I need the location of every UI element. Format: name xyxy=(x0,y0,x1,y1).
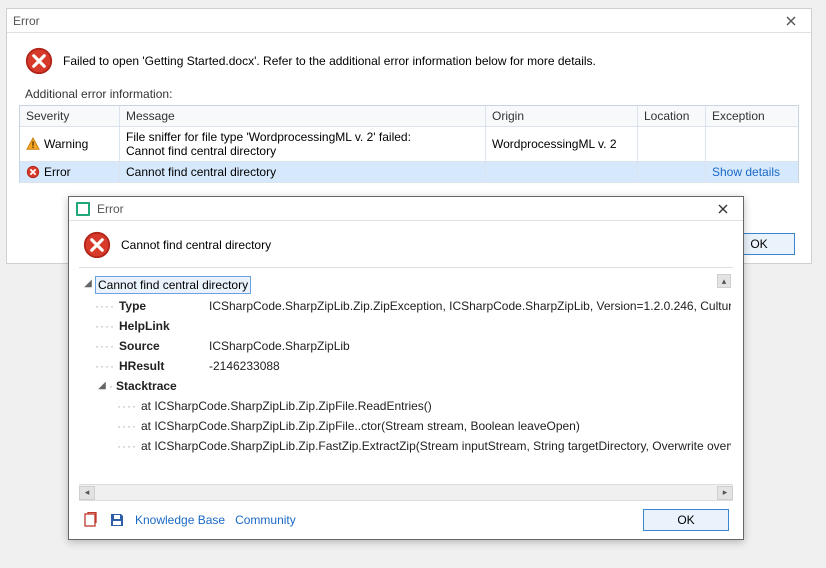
cell-origin xyxy=(486,162,638,182)
collapse-icon[interactable]: ◢ xyxy=(81,276,95,292)
cell-exception xyxy=(706,127,798,161)
cell-message: File sniffer for file type 'Wordprocessi… xyxy=(120,127,486,161)
grid-header: Severity Message Origin Location Excepti… xyxy=(20,106,798,127)
table-row[interactable]: Warning File sniffer for file type 'Word… xyxy=(20,127,798,162)
tree-root[interactable]: ◢ Cannot find central directory xyxy=(81,274,731,296)
show-details-link[interactable]: Show details xyxy=(706,162,798,182)
window-title: Error xyxy=(13,14,777,28)
root-label: Cannot find central directory xyxy=(95,276,251,294)
warning-icon xyxy=(26,137,40,151)
save-icon[interactable] xyxy=(109,512,125,528)
exception-tree: ▴ ◢ Cannot find central directory ···· T… xyxy=(79,267,733,501)
dialog-footer: Knowledge Base Community OK xyxy=(69,501,743,539)
tree-node-helplink[interactable]: ···· HelpLink xyxy=(81,316,731,336)
tree-node-type[interactable]: ···· Type ICSharpCode.SharpZipLib.Zip.Zi… xyxy=(81,296,731,316)
cell-message: Cannot find central directory xyxy=(120,162,486,182)
tree-node-source[interactable]: ···· Source ICSharpCode.SharpZipLib xyxy=(81,336,731,356)
error-icon xyxy=(83,231,111,259)
tree-node-stacktrace[interactable]: ◢ · Stacktrace xyxy=(81,376,731,396)
community-link[interactable]: Community xyxy=(235,513,296,527)
error-message-row: Failed to open 'Getting Started.docx'. R… xyxy=(7,33,811,85)
close-icon[interactable] xyxy=(709,199,737,219)
cell-origin: WordprocessingML v. 2 xyxy=(486,127,638,161)
additional-info-label: Additional error information: xyxy=(7,85,811,105)
scroll-right-icon[interactable]: ▸ xyxy=(717,486,733,500)
error-message: Cannot find central directory xyxy=(121,238,271,252)
cell-location xyxy=(638,127,706,161)
app-icon xyxy=(75,201,91,217)
error-icon xyxy=(25,47,53,75)
close-icon[interactable] xyxy=(777,11,805,31)
error-icon xyxy=(26,165,40,179)
titlebar: Error xyxy=(7,9,811,33)
cell-severity: Error xyxy=(20,162,120,182)
table-row[interactable]: Error Cannot find central directory Show… xyxy=(20,162,798,183)
collapse-icon[interactable]: ◢ xyxy=(95,378,109,394)
tree-body: ◢ Cannot find central directory ···· Typ… xyxy=(79,268,733,484)
stack-frame[interactable]: ···· at ICSharpCode.SharpZipLib.Zip.ZipF… xyxy=(81,416,731,436)
col-location[interactable]: Location xyxy=(638,106,706,126)
error-message-row: Cannot find central directory xyxy=(69,221,743,267)
ok-button[interactable]: OK xyxy=(643,509,729,531)
error-message: Failed to open 'Getting Started.docx'. R… xyxy=(63,54,596,68)
col-exception[interactable]: Exception xyxy=(706,106,798,126)
stack-frame[interactable]: ···· at ICSharpCode.SharpZipLib.Zip.ZipF… xyxy=(81,396,731,416)
horizontal-scrollbar[interactable]: ◂ ▸ xyxy=(79,484,733,500)
tree-node-hresult[interactable]: ···· HResult -2146233088 xyxy=(81,356,731,376)
error-details-dialog: Error Cannot find central directory ▴ ◢ … xyxy=(68,196,744,540)
col-message[interactable]: Message xyxy=(120,106,486,126)
stack-frame[interactable]: ···· at ICSharpCode.SharpZipLib.Zip.Fast… xyxy=(81,436,731,456)
error-grid: Severity Message Origin Location Excepti… xyxy=(19,105,799,183)
titlebar: Error xyxy=(69,197,743,221)
col-severity[interactable]: Severity xyxy=(20,106,120,126)
copy-icon[interactable] xyxy=(83,512,99,528)
cell-location xyxy=(638,162,706,182)
scroll-left-icon[interactable]: ◂ xyxy=(79,486,95,500)
col-origin[interactable]: Origin xyxy=(486,106,638,126)
cell-severity: Warning xyxy=(20,127,120,161)
knowledge-base-link[interactable]: Knowledge Base xyxy=(135,513,225,527)
window-title: Error xyxy=(97,202,709,216)
